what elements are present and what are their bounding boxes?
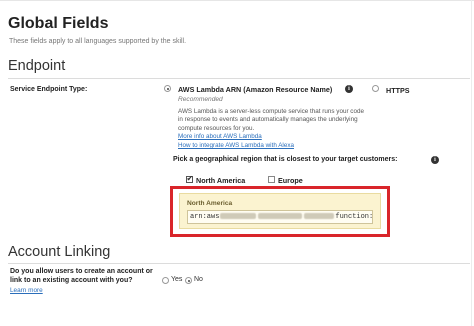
https-label[interactable]: HTTPS (386, 86, 410, 95)
account-linking-yes-radio[interactable] (162, 277, 169, 284)
skill-configuration-page: Global Fields These fields apply to all … (0, 0, 474, 326)
north-america-checkbox[interactable] (186, 174, 193, 183)
arn-prefix: arn:aws (190, 213, 220, 221)
endpoint-divider (8, 78, 470, 79)
global-fields-title: Global Fields (8, 15, 109, 32)
europe-checkbox[interactable] (268, 176, 275, 183)
lambda-arn-label[interactable]: AWS Lambda ARN (Amazon Resource Name) (178, 85, 332, 94)
redacted-segment (220, 213, 257, 220)
lambda-arn-radio[interactable] (164, 85, 171, 92)
recommended-text: Recommended (178, 96, 223, 103)
redacted-segment (304, 213, 335, 220)
top-divider (0, 0, 474, 1)
arn-suffix: function:a (335, 213, 373, 221)
more-info-lambda-link[interactable]: More info about AWS Lambda (178, 133, 262, 140)
highlighted-region-box: North America arn:aws function:a (170, 186, 390, 237)
region-prompt: Pick a geographical region that is close… (173, 156, 398, 163)
redacted-segment (258, 213, 303, 220)
north-america-arn-label: North America (187, 200, 233, 207)
integrate-lambda-link[interactable]: How to integrate AWS Lambda with Alexa (178, 142, 294, 149)
right-divider (471, 0, 472, 326)
north-america-arn-panel: North America arn:aws function:a (179, 193, 381, 229)
europe-option-label[interactable]: Europe (278, 176, 303, 185)
info-icon[interactable]: i (345, 85, 353, 93)
global-fields-subtitle: These fields apply to all languages supp… (9, 38, 187, 45)
https-radio[interactable] (372, 85, 379, 92)
account-linking-question: Do you allow users to create an account … (10, 268, 153, 284)
north-america-arn-input[interactable]: arn:aws function:a (187, 210, 373, 224)
region-info-icon[interactable]: i (431, 156, 439, 164)
yes-label[interactable]: Yes (171, 276, 182, 283)
account-linking-no-radio[interactable] (185, 277, 192, 284)
north-america-option-label[interactable]: North America (196, 176, 245, 185)
learn-more-link[interactable]: Learn more (10, 287, 43, 294)
account-linking-divider (8, 263, 470, 264)
lambda-description: AWS Lambda is a server-less compute serv… (178, 108, 364, 132)
endpoint-section-title: Endpoint (8, 58, 66, 74)
service-endpoint-type-label: Service Endpoint Type: (10, 86, 88, 93)
account-linking-title: Account Linking (8, 244, 111, 260)
no-label[interactable]: No (194, 276, 203, 283)
